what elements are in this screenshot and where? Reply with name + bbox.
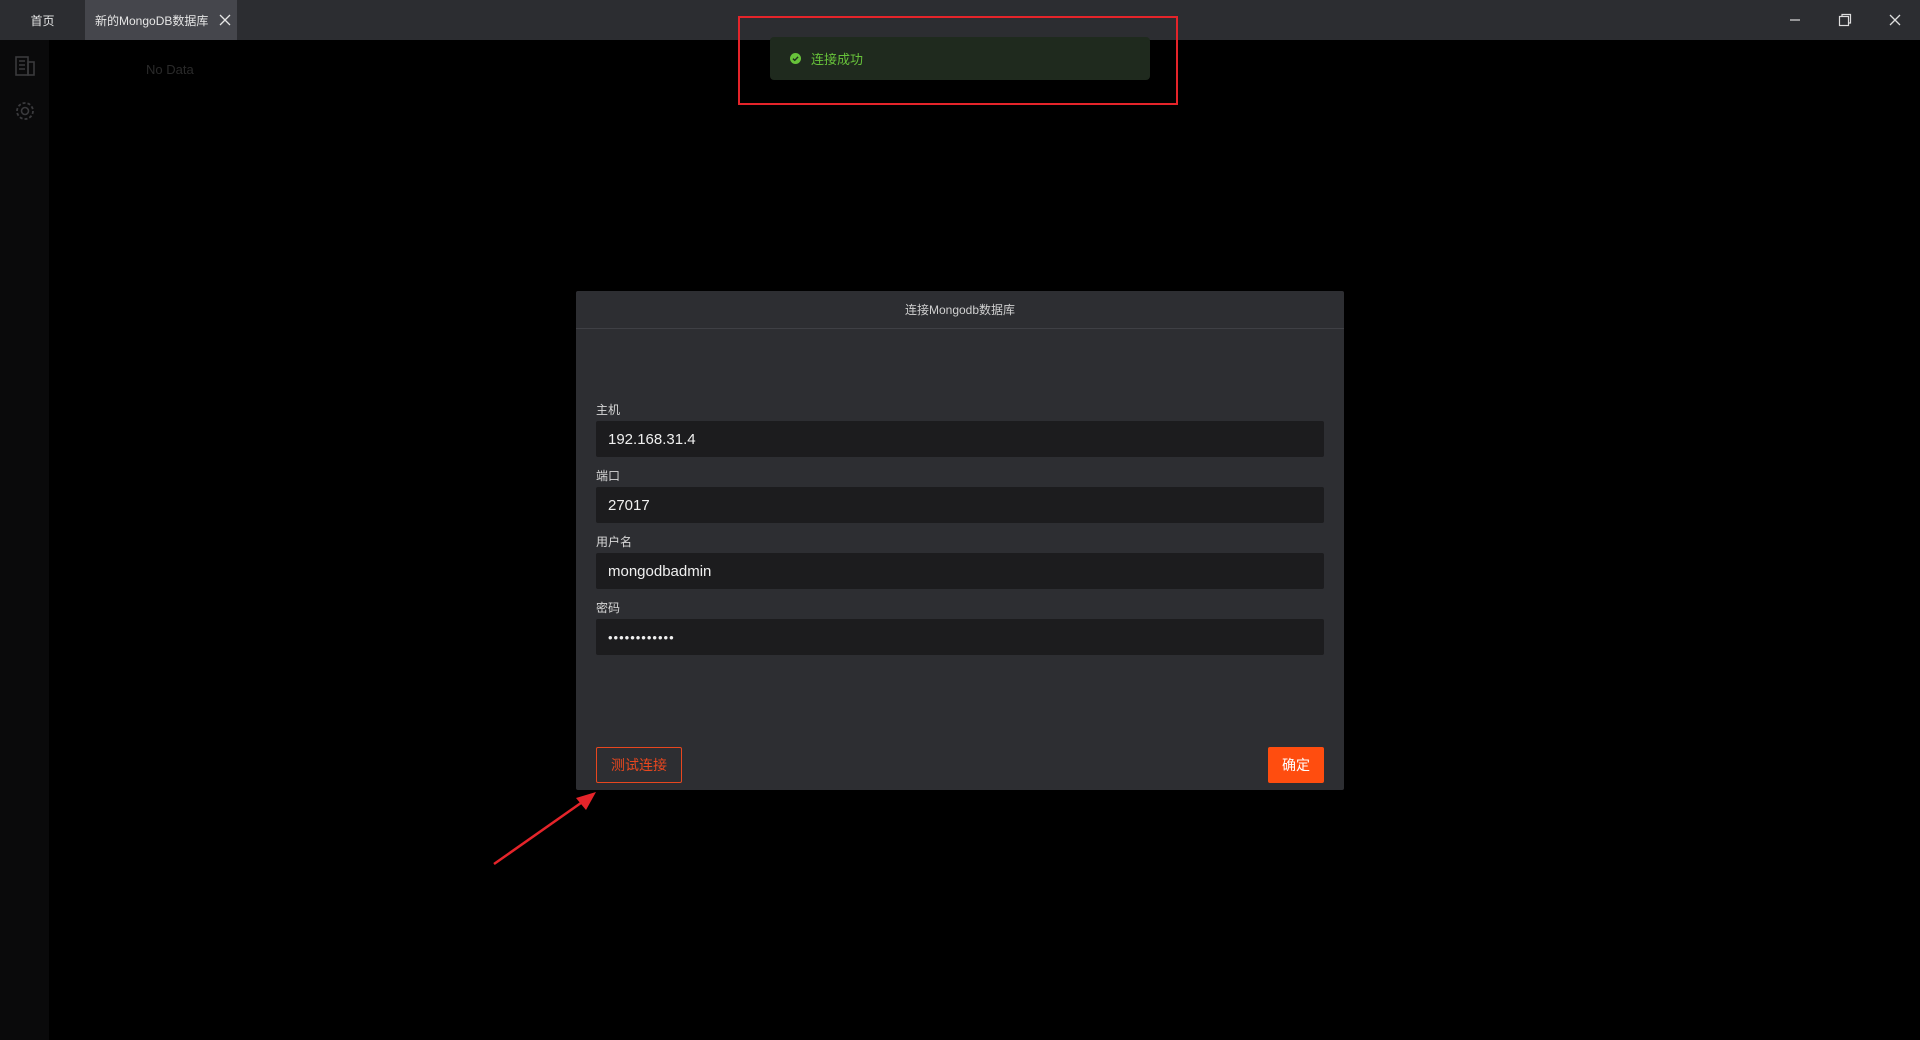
- tab-home[interactable]: 首页: [0, 0, 85, 40]
- minimize-icon: [1790, 19, 1800, 21]
- port-input[interactable]: [596, 487, 1324, 523]
- minimize-button[interactable]: [1770, 0, 1820, 40]
- database-icon[interactable]: [12, 53, 38, 79]
- tab-home-label: 首页: [30, 13, 55, 28]
- highlight-box: [738, 16, 1178, 105]
- password-label: 密码: [596, 601, 621, 615]
- username-input[interactable]: [596, 553, 1324, 589]
- close-window-button[interactable]: [1870, 0, 1920, 40]
- test-connection-button[interactable]: 测试连接: [596, 747, 682, 783]
- sidebar: [0, 40, 49, 1040]
- host-input[interactable]: [596, 421, 1324, 457]
- maximize-icon: [1838, 13, 1852, 27]
- settings-icon[interactable]: [12, 98, 38, 124]
- maximize-button[interactable]: [1820, 0, 1870, 40]
- close-icon[interactable]: [217, 12, 233, 28]
- host-label: 主机: [596, 403, 621, 417]
- port-label: 端口: [596, 469, 621, 483]
- password-input[interactable]: [596, 619, 1324, 655]
- annotation-arrow: [493, 792, 596, 866]
- confirm-button[interactable]: 确定: [1268, 747, 1324, 783]
- tab-new-mongodb-label: 新的MongoDB数据库: [95, 13, 209, 28]
- dialog-title: 连接Mongodb数据库: [576, 291, 1344, 329]
- close-icon: [1889, 14, 1901, 26]
- username-label: 用户名: [596, 535, 633, 549]
- connect-dialog: 连接Mongodb数据库 主机 端口 用户名 密码 测试连接 确定: [576, 291, 1344, 790]
- empty-state-text: No Data: [146, 62, 194, 77]
- tab-new-mongodb[interactable]: 新的MongoDB数据库: [85, 0, 237, 40]
